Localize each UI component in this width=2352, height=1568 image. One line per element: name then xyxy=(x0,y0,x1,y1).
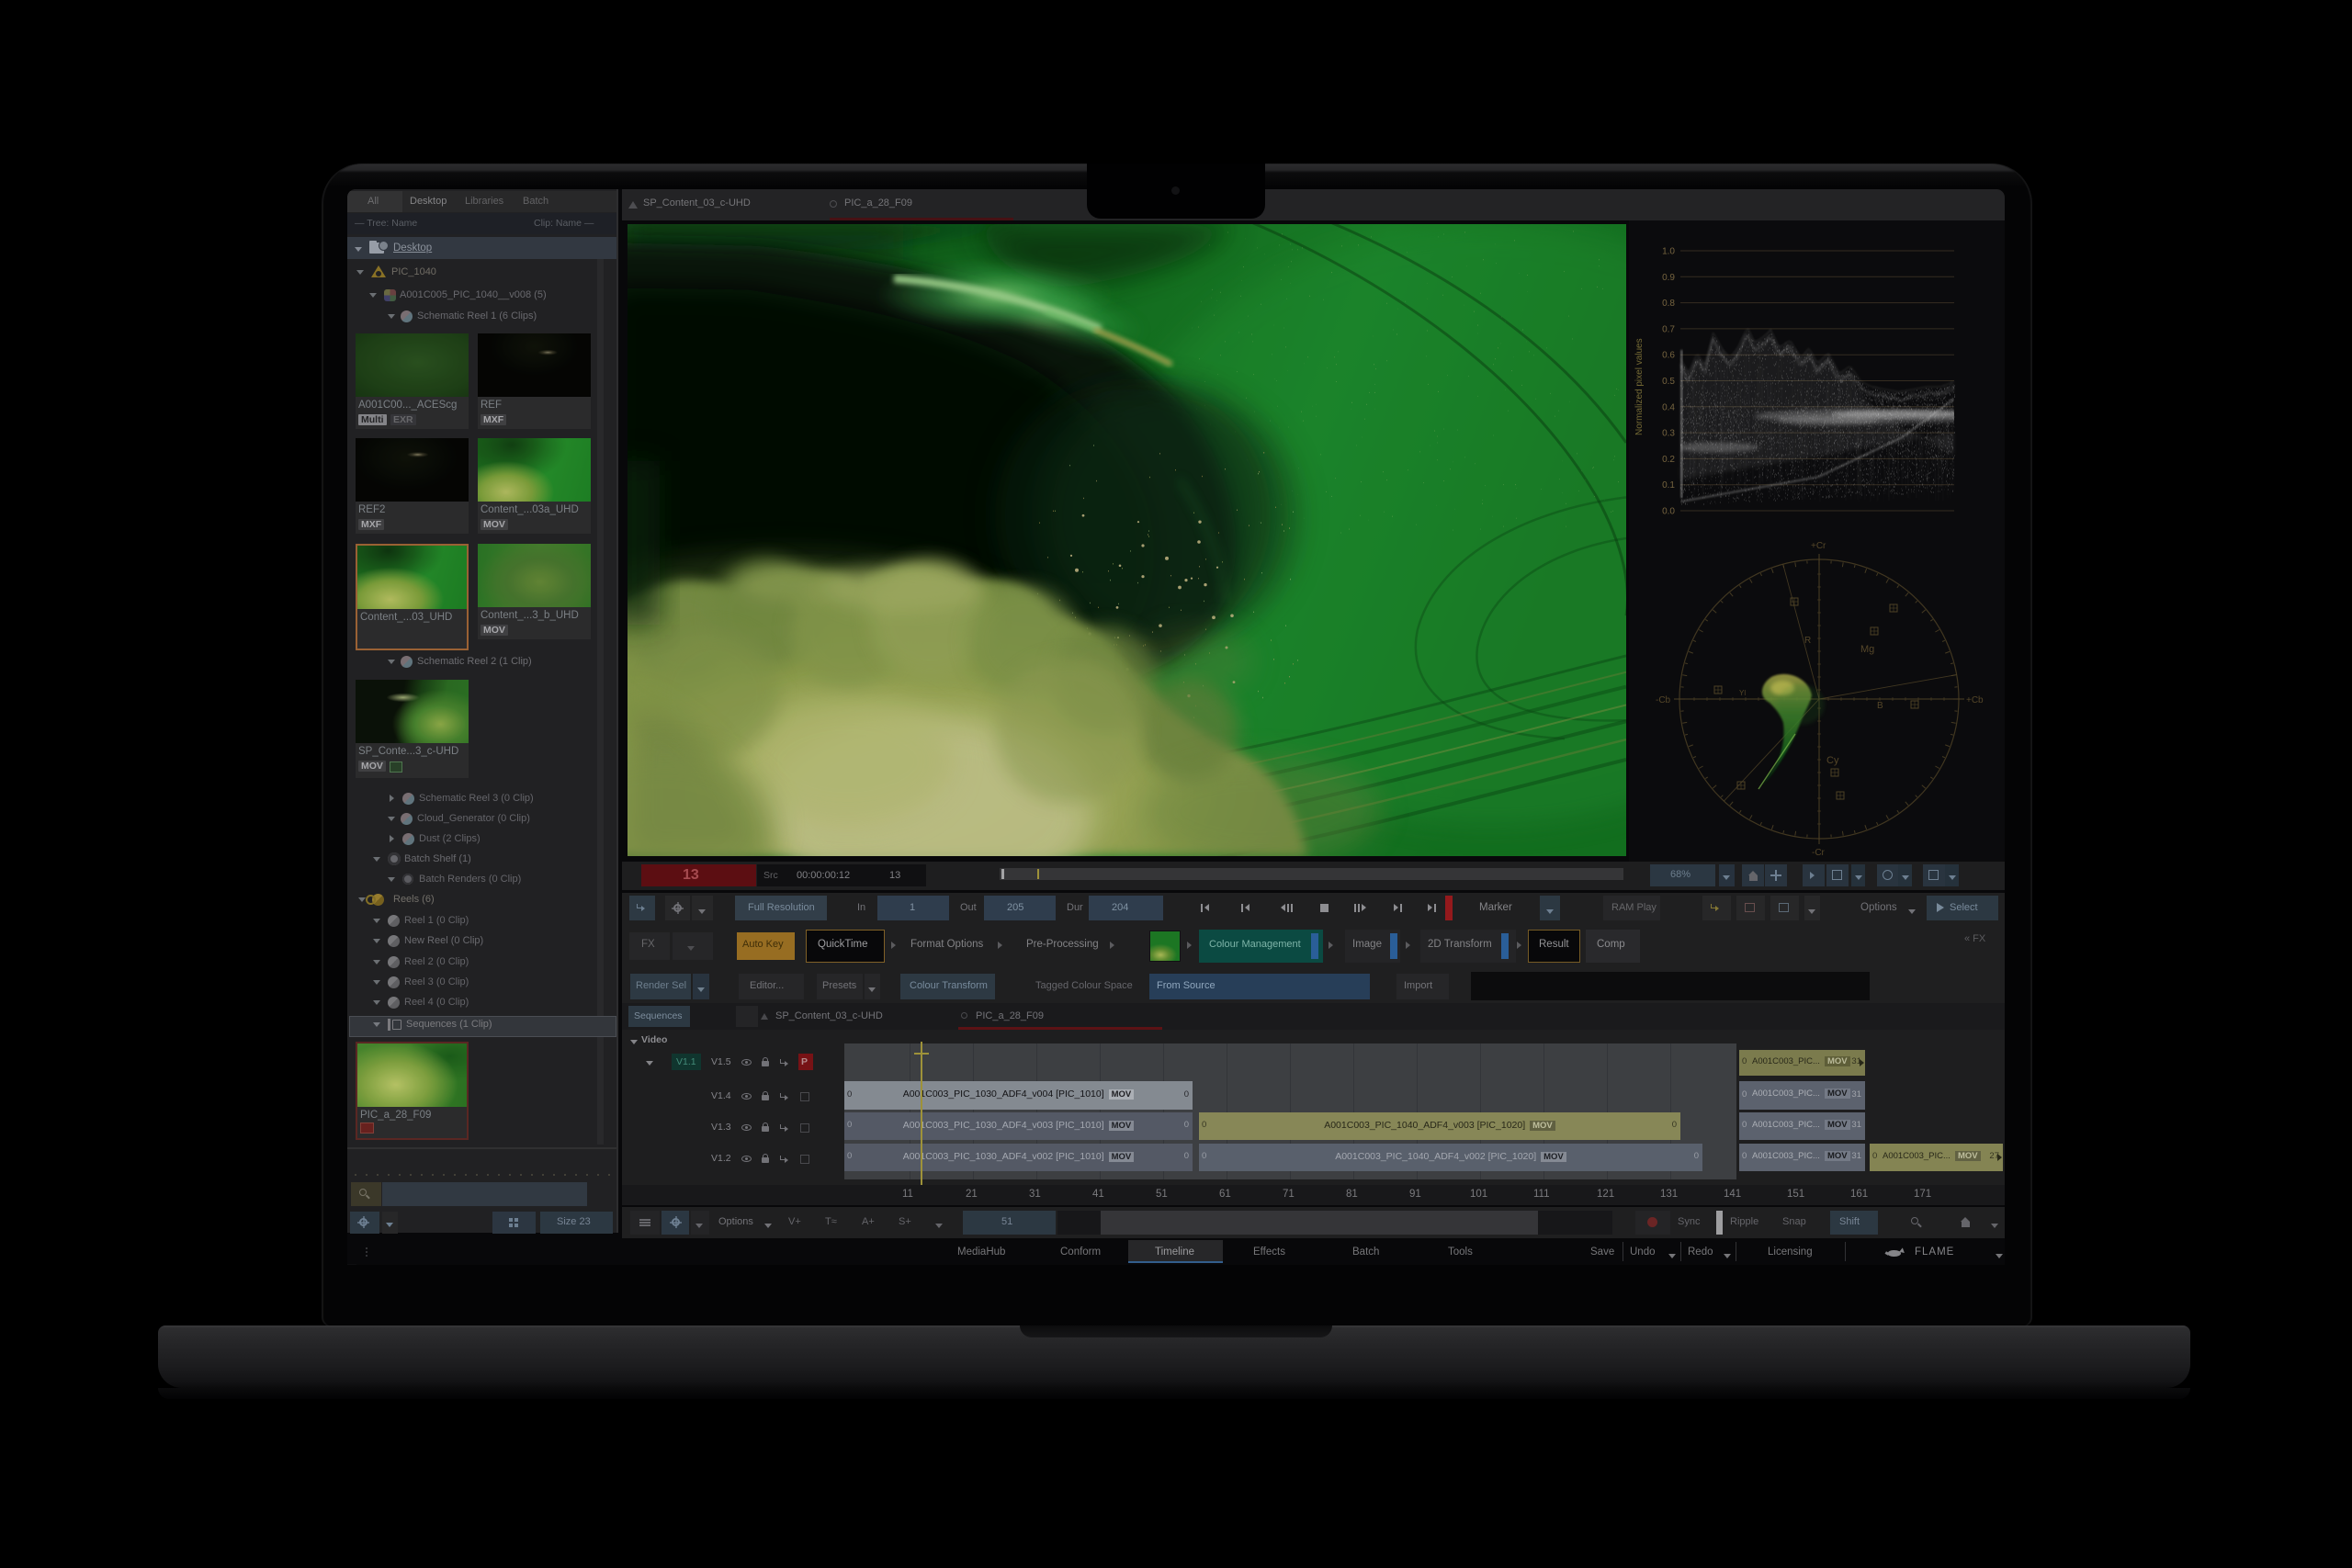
svg-text:0.7: 0.7 xyxy=(1662,324,1675,334)
svg-text:-Cr: -Cr xyxy=(1812,848,1826,858)
svg-text:B: B xyxy=(1877,701,1883,711)
svg-text:1.0: 1.0 xyxy=(1662,247,1675,257)
svg-text:-Cb: -Cb xyxy=(1656,695,1671,705)
svg-text:0.9: 0.9 xyxy=(1662,273,1675,283)
svg-text:R: R xyxy=(1804,636,1811,646)
svg-text:0.0: 0.0 xyxy=(1662,507,1675,517)
svg-text:0.3: 0.3 xyxy=(1662,429,1675,439)
svg-text:0.1: 0.1 xyxy=(1662,480,1675,491)
svg-text:0.6: 0.6 xyxy=(1662,351,1675,361)
svg-text:Normalized pixel values: Normalized pixel values xyxy=(1634,338,1645,435)
svg-text:+Cb: +Cb xyxy=(1966,695,1984,705)
svg-text:0.8: 0.8 xyxy=(1662,299,1675,309)
svg-text:0.5: 0.5 xyxy=(1662,377,1675,387)
svg-text:Cy: Cy xyxy=(1826,755,1839,766)
svg-text:0.4: 0.4 xyxy=(1662,402,1675,412)
svg-text:0.2: 0.2 xyxy=(1662,455,1675,465)
svg-text:Yl: Yl xyxy=(1739,689,1746,697)
svg-text:+Cr: +Cr xyxy=(1811,541,1826,551)
svg-text:Mg: Mg xyxy=(1860,644,1874,655)
